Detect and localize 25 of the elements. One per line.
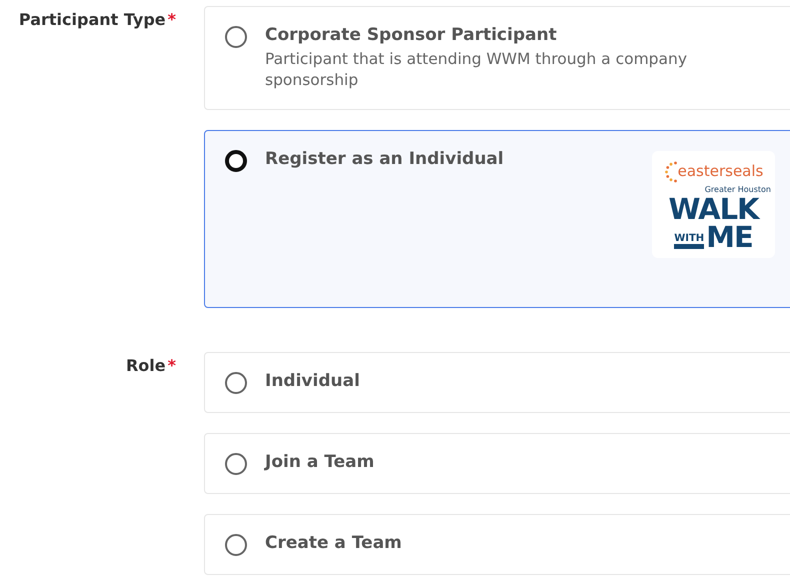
required-mark: * xyxy=(168,356,176,375)
radio-button[interactable] xyxy=(225,534,247,556)
logo-brand: easterseals xyxy=(678,164,764,179)
option-title: Register as an Individual xyxy=(265,149,505,169)
logo-title: ME xyxy=(706,224,753,248)
radio-button[interactable] xyxy=(225,150,247,172)
logo-region: Greater Houston xyxy=(704,184,771,194)
radio-button[interactable] xyxy=(225,453,247,475)
field-label: Role xyxy=(126,356,166,375)
sunburst-icon xyxy=(664,160,677,182)
logo-title: WALK xyxy=(668,196,759,222)
option-card[interactable]: Create a Team xyxy=(204,514,790,575)
field-label: Participant Type xyxy=(18,10,166,29)
option-card[interactable]: Individual xyxy=(204,352,790,413)
required-mark: * xyxy=(168,10,176,29)
option-card[interactable]: Join a Team xyxy=(204,433,790,494)
option-title: Individual xyxy=(265,371,361,391)
option-title: Join a Team xyxy=(265,452,376,472)
radio-button[interactable] xyxy=(225,26,247,48)
logo-subtitle: WITH xyxy=(674,234,704,248)
option-card[interactable]: Corporate Sponsor Participant Participant that is attending WWM through a company sponsorship xyxy=(204,6,790,110)
option-title: Corporate Sponsor Participant xyxy=(265,25,558,45)
option-description: Participant that is attending WWM through a company sponsorship xyxy=(265,49,688,91)
option-title: Create a Team xyxy=(265,533,403,553)
radio-button[interactable] xyxy=(225,372,247,394)
